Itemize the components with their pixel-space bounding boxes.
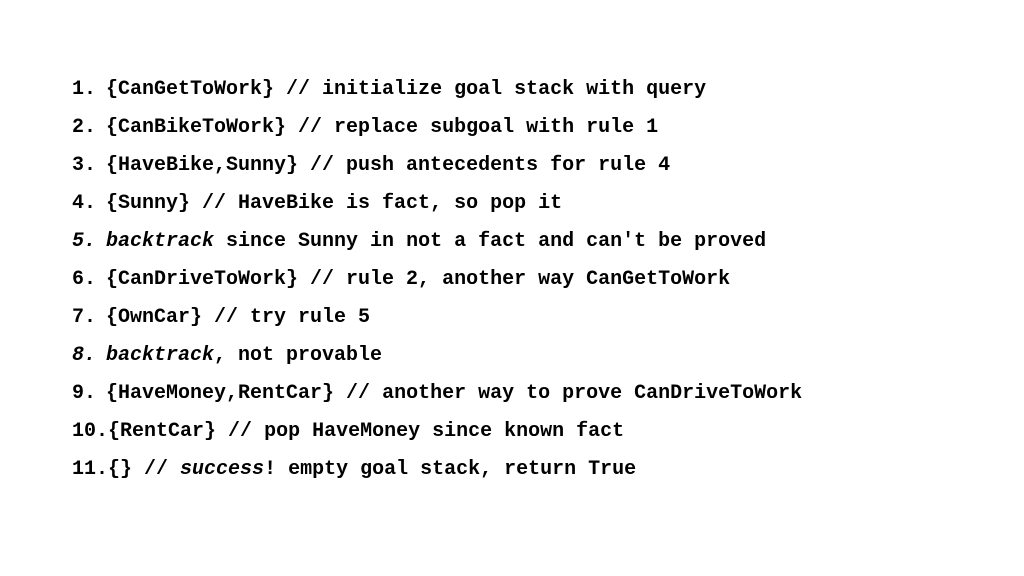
separator: // — [298, 268, 346, 291]
goal-stack: {OwnCar} — [106, 306, 202, 329]
comment: since Sunny in not a fact and can't be p… — [214, 230, 766, 253]
goal-stack: {CanBikeToWork} — [106, 116, 286, 139]
step-body: {HaveBike,Sunny} // push antecedents for… — [106, 152, 952, 179]
step-body: {CanDriveToWork} // rule 2, another way … — [106, 266, 952, 293]
goal-stack: {CanDriveToWork} — [106, 268, 298, 291]
step-number: 2. — [72, 114, 106, 141]
step-9: 9. {HaveMoney,RentCar} // another way to… — [72, 380, 952, 407]
step-8: 8. backtrack, not provable — [72, 342, 952, 369]
step-number: 4. — [72, 190, 106, 217]
step-body: {CanBikeToWork} // replace subgoal with … — [106, 114, 952, 141]
backtrack-label: backtrack — [106, 230, 214, 253]
goal-stack: {RentCar} — [108, 420, 216, 443]
step-number: 3. — [72, 152, 106, 179]
step-body: {HaveMoney,RentCar} // another way to pr… — [106, 380, 952, 407]
step-number: 6. — [72, 266, 106, 293]
step-1: 1. {CanGetToWork} // initialize goal sta… — [72, 76, 952, 103]
separator: // — [132, 458, 180, 481]
step-number: 8. — [72, 342, 106, 369]
goal-stack: {Sunny} — [106, 192, 190, 215]
comment: try rule 5 — [250, 306, 370, 329]
comment: push antecedents for rule 4 — [346, 154, 670, 177]
step-body: backtrack, not provable — [106, 342, 952, 369]
separator: // — [286, 116, 334, 139]
comment: rule 2, another way CanGetToWork — [346, 268, 730, 291]
goal-stack: {HaveBike,Sunny} — [106, 154, 298, 177]
separator: // — [334, 382, 382, 405]
comment: , not provable — [214, 344, 382, 367]
step-5: 5. backtrack since Sunny in not a fact a… — [72, 228, 952, 255]
separator: // — [202, 306, 250, 329]
success-label: success — [180, 458, 264, 481]
step-number: 10. — [72, 418, 108, 445]
comment: replace subgoal with rule 1 — [334, 116, 658, 139]
comment: HaveBike is fact, so pop it — [238, 192, 562, 215]
step-number: 1. — [72, 76, 106, 103]
step-2: 2. {CanBikeToWork} // replace subgoal wi… — [72, 114, 952, 141]
step-body: {} // success! empty goal stack, return … — [108, 456, 952, 483]
step-7: 7. {OwnCar} // try rule 5 — [72, 304, 952, 331]
step-11: 11. {} // success! empty goal stack, ret… — [72, 456, 952, 483]
goal-stack: {HaveMoney,RentCar} — [106, 382, 334, 405]
step-body: {OwnCar} // try rule 5 — [106, 304, 952, 331]
goal-stack: {CanGetToWork} — [106, 78, 274, 101]
step-body: {Sunny} // HaveBike is fact, so pop it — [106, 190, 952, 217]
step-4: 4. {Sunny} // HaveBike is fact, so pop i… — [72, 190, 952, 217]
step-3: 3. {HaveBike,Sunny} // push antecedents … — [72, 152, 952, 179]
step-number: 7. — [72, 304, 106, 331]
comment: initialize goal stack with query — [322, 78, 706, 101]
trace-list: 1. {CanGetToWork} // initialize goal sta… — [0, 0, 1024, 483]
backtrack-label: backtrack — [106, 344, 214, 367]
separator: // — [274, 78, 322, 101]
step-6: 6. {CanDriveToWork} // rule 2, another w… — [72, 266, 952, 293]
step-body: {RentCar} // pop HaveMoney since known f… — [108, 418, 952, 445]
step-body: backtrack since Sunny in not a fact and … — [106, 228, 952, 255]
step-number: 5. — [72, 228, 106, 255]
step-number: 11. — [72, 456, 108, 483]
goal-stack: {} — [108, 458, 132, 481]
separator: // — [216, 420, 264, 443]
comment: ! empty goal stack, return True — [264, 458, 636, 481]
step-number: 9. — [72, 380, 106, 407]
separator: // — [190, 192, 238, 215]
comment: another way to prove CanDriveToWork — [382, 382, 802, 405]
step-body: {CanGetToWork} // initialize goal stack … — [106, 76, 952, 103]
comment: pop HaveMoney since known fact — [264, 420, 624, 443]
step-10: 10. {RentCar} // pop HaveMoney since kno… — [72, 418, 952, 445]
separator: // — [298, 154, 346, 177]
